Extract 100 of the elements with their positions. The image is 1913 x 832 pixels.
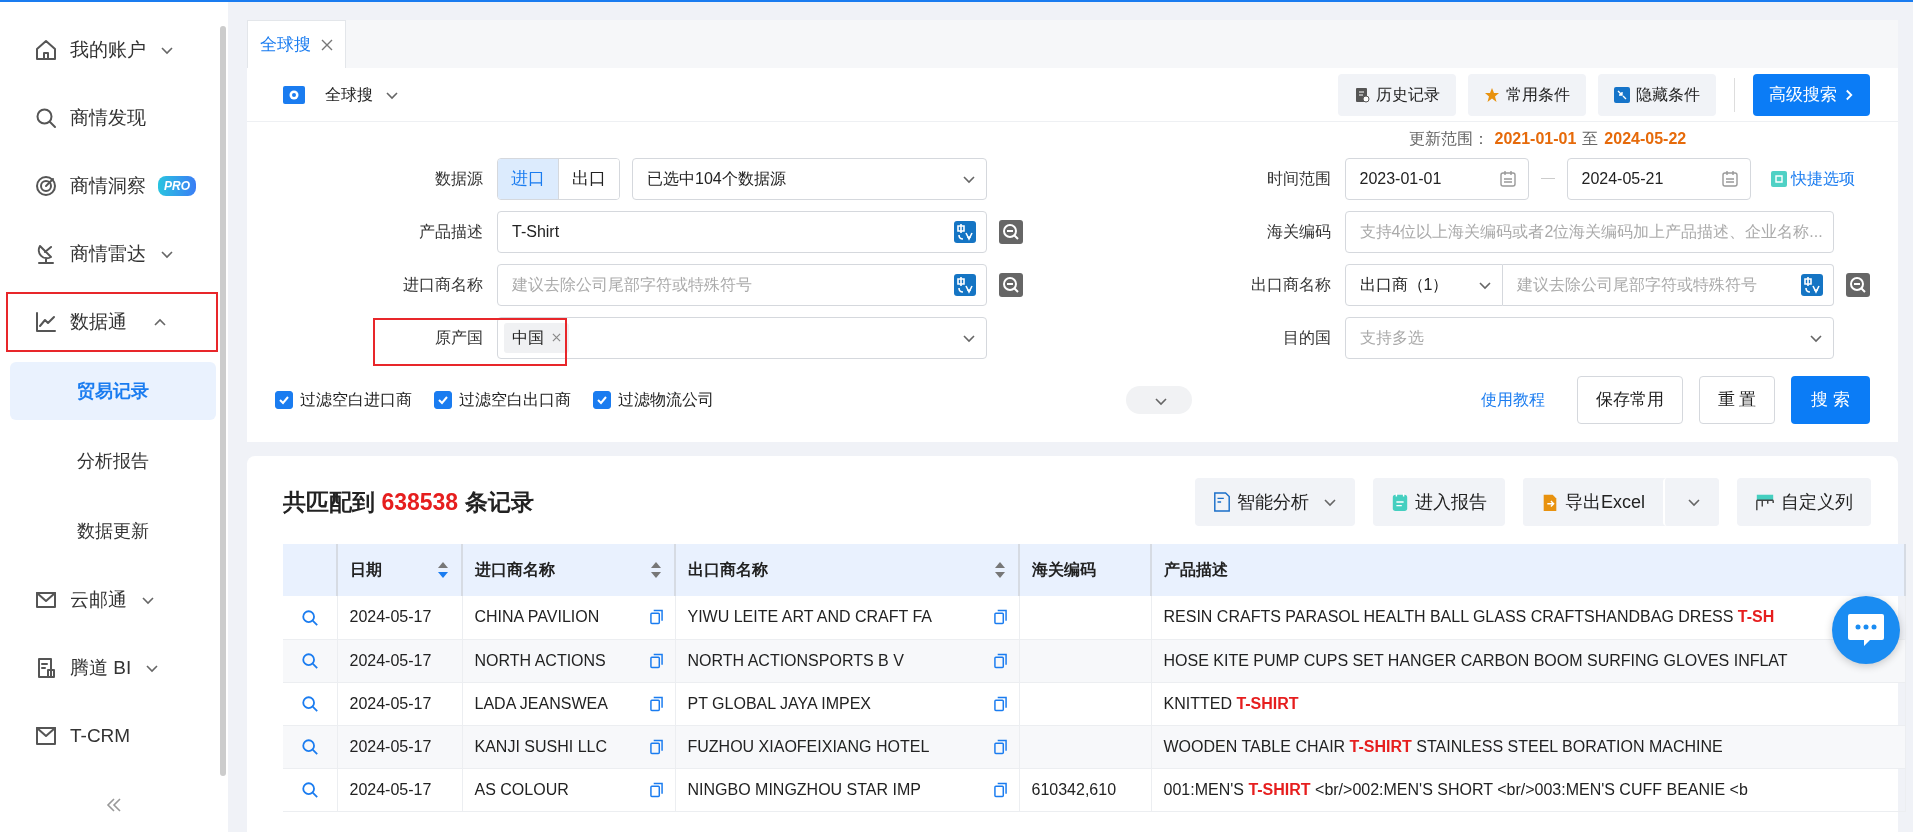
chat-button[interactable] — [1832, 596, 1900, 664]
sidebar-item[interactable]: 我的账户 — [8, 22, 216, 78]
tutorial-link[interactable]: 使用教程 — [1480, 388, 1545, 412]
date-field[interactable]: 2024-05-21 — [1566, 157, 1751, 200]
sidebar-item[interactable]: 数据通 — [8, 294, 216, 350]
submenu-item[interactable]: 贸易记录 — [10, 362, 216, 420]
field-label: 进口商名称 — [402, 274, 484, 295]
date-field[interactable]: 2023-01-01 — [1344, 157, 1529, 200]
column-header[interactable]: 日期 — [337, 544, 462, 596]
table-cell: HOSE KITE PUMP CUPS SET HANGER CARBON BOOM SURFING GLOVES INFLAT — [1163, 651, 1788, 669]
table-cell-text: LADA JEANSWEA — [474, 693, 608, 714]
copy-icon[interactable] — [649, 781, 663, 798]
copy-icon[interactable] — [649, 609, 663, 626]
column-header[interactable]: 进口商名称 — [462, 544, 675, 596]
collapse-arrows-icon — [1614, 86, 1630, 103]
translate-icon[interactable] — [953, 273, 976, 296]
submenu-item[interactable]: 数据更新 — [10, 502, 216, 560]
advanced-search-button[interactable]: 高级搜索 — [1753, 73, 1870, 116]
action-button[interactable]: 搜 索 — [1791, 376, 1870, 424]
copy-icon[interactable] — [649, 738, 663, 755]
toolbar-button[interactable]: 智能分析 — [1195, 478, 1355, 526]
checkbox[interactable]: 过滤物流公司 — [593, 388, 714, 412]
table-cell: KNITTED T-SHIRT — [1163, 694, 1299, 712]
table-cell: 2024-05-17 — [337, 639, 462, 682]
sidebar-item[interactable]: 商情发现 — [8, 90, 216, 146]
toolbar-button[interactable]: 自定义列 — [1737, 478, 1871, 526]
table-cell: 001:MEN'S T-SHIRT <br/>002:MEN'S SHORT <br/>003:MEN'S CUFF BEANIE <b — [1163, 780, 1748, 798]
scope-label: 全球搜 — [325, 84, 373, 105]
column-header[interactable]: 出口商名称 — [675, 544, 1019, 596]
chat-bubble-icon — [1846, 612, 1886, 648]
table-cell-text: NORTH ACTIONS — [474, 650, 606, 671]
table-cell-text: NINGBO MINGZHOU STAR IMP — [687, 779, 921, 800]
copy-icon[interactable] — [993, 609, 1007, 626]
search-icon[interactable] — [300, 652, 319, 671]
checkbox[interactable]: 过滤空白进口商 — [275, 388, 412, 412]
field-label: 数据源 — [434, 168, 484, 189]
action-button[interactable]: 重 置 — [1698, 376, 1776, 424]
copy-icon[interactable] — [649, 695, 663, 712]
table-cell-text: KANJI SUSHI LLC — [474, 736, 607, 757]
field-label: 出口商名称 — [1249, 274, 1332, 295]
copy-icon[interactable] — [649, 652, 663, 669]
quick-options-link[interactable]: 快捷选项 — [1770, 166, 1855, 191]
close-icon[interactable] — [552, 333, 561, 342]
copy-icon[interactable] — [993, 781, 1007, 798]
checkbox[interactable]: 过滤空白出口商 — [434, 388, 571, 412]
menu-label: 腾道 BI — [70, 655, 132, 680]
sort-icon[interactable] — [994, 561, 1006, 579]
table-cell-text: CHINA PAVILION — [474, 607, 600, 628]
column-header: 海关编码 — [1019, 544, 1151, 596]
exporter-type-dropdown[interactable]: 出口商（1） — [1344, 263, 1503, 306]
table-cell-text: YIWU LEITE ART AND CRAFT FA — [687, 607, 932, 628]
table-cell: 610342,610 — [1031, 780, 1117, 798]
notepad-icon — [1391, 492, 1409, 512]
table-cell: 2024-05-17 — [337, 682, 462, 725]
search-icon[interactable] — [300, 695, 319, 714]
table-cell: WOODEN TABLE CHAIR T-SHIRT STAINLESS STEEL BORATION MACHINE — [1163, 737, 1723, 755]
table-cell: 2024-05-17 — [337, 725, 462, 768]
source-dropdown[interactable]: 已选中104个数据源 — [632, 157, 987, 200]
envelope-icon — [34, 724, 58, 748]
copy-icon[interactable] — [993, 738, 1007, 755]
search-icon[interactable] — [300, 781, 319, 800]
search-icon[interactable] — [1846, 272, 1870, 297]
table-cell-text: PT GLOBAL JAYA IMPEX — [687, 693, 871, 714]
menu-label: 云邮通 — [70, 587, 127, 612]
toolbar-button[interactable]: 隐藏条件 — [1598, 73, 1716, 116]
home-icon — [34, 38, 58, 62]
action-button[interactable]: 保存常用 — [1576, 376, 1683, 424]
toolbar-button[interactable]: 常用条件 — [1468, 73, 1586, 116]
search-icon[interactable] — [300, 738, 319, 757]
tab[interactable]: 全球搜 — [247, 20, 346, 68]
close-icon[interactable] — [321, 38, 333, 51]
submenu-item[interactable]: 分析报告 — [10, 432, 216, 490]
search-icon[interactable] — [300, 609, 319, 627]
search-icon[interactable] — [998, 219, 1023, 244]
toolbar-button[interactable]: 历史记录 — [1338, 73, 1456, 116]
copy-icon[interactable] — [993, 695, 1007, 712]
translate-icon[interactable] — [1801, 273, 1823, 296]
segment-option[interactable]: 出口 — [558, 158, 619, 199]
copy-icon[interactable] — [993, 652, 1007, 669]
text-field[interactable]: T-Shirt — [497, 210, 987, 253]
toolbar-button[interactable]: 进入报告 — [1373, 478, 1505, 526]
country-select[interactable]: 中国 — [497, 316, 987, 359]
calendar-icon — [1497, 168, 1518, 189]
table-cell-text: AS COLOUR — [474, 779, 569, 800]
sort-icon[interactable] — [437, 561, 449, 579]
table-cell: 2024-05-17 — [337, 768, 462, 811]
table-cell: 2024-05-17 — [337, 596, 462, 639]
field-label: 原产国 — [275, 325, 485, 350]
sidebar-item[interactable]: 商情雷达 — [8, 226, 216, 282]
export-file-icon — [1541, 492, 1559, 512]
sidebar-item[interactable]: 商情洞察 PRO — [8, 158, 216, 214]
sidebar-item[interactable]: 腾道 BI — [8, 640, 216, 696]
sort-icon[interactable] — [650, 561, 662, 579]
sidebar-item[interactable]: T-CRM — [8, 708, 216, 764]
scope-dropdown[interactable]: 全球搜 — [325, 82, 399, 107]
sidebar-item[interactable]: 云邮通 — [8, 572, 216, 628]
results-title: 共匹配到 638538 条记录 — [283, 487, 534, 517]
table-cell-text: FUZHOU XIAOFEIXIANG HOTEL — [687, 736, 930, 757]
search-icon[interactable] — [998, 272, 1023, 297]
translate-icon[interactable] — [953, 220, 976, 243]
